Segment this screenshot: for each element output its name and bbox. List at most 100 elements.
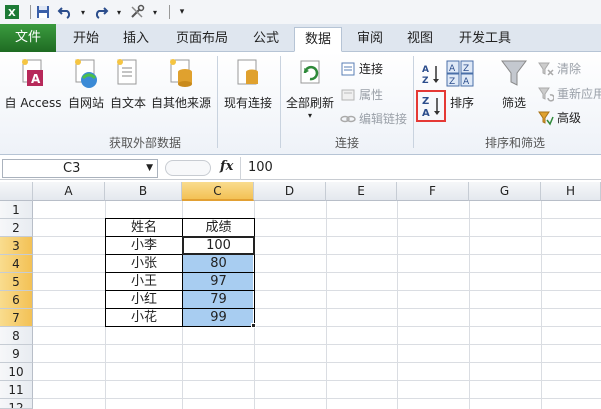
sort-descending-icon: ZA xyxy=(422,96,440,119)
from-other-sources-button[interactable]: 自其他来源 xyxy=(150,58,212,111)
insert-function-icon[interactable]: fx xyxy=(220,159,233,174)
ribbon-tabs: 文件 开始 插入 页面布局 公式 数据 审阅 视图 开发工具 xyxy=(0,24,601,52)
properties-button[interactable]: 属性 xyxy=(340,86,383,103)
row-header-6[interactable]: 6 xyxy=(0,291,33,309)
sort-button[interactable]: 排序 xyxy=(446,94,478,111)
tools-icon[interactable] xyxy=(129,4,145,20)
tab-page-layout[interactable]: 页面布局 xyxy=(168,27,236,52)
clear-filter-button[interactable]: 清除 xyxy=(538,60,581,77)
cell-b6[interactable]: 小红 xyxy=(106,291,182,309)
column-header-b[interactable]: B xyxy=(105,182,182,201)
tab-file[interactable]: 文件 xyxy=(0,24,56,52)
cell-c4[interactable]: 80 xyxy=(183,255,254,273)
gridline xyxy=(326,201,327,409)
toolbar-separator xyxy=(30,5,31,19)
cell-c3[interactable]: 100 xyxy=(183,237,254,255)
svg-text:Z: Z xyxy=(422,76,429,86)
sort-a-to-z-button[interactable]: AZ xyxy=(420,62,442,86)
existing-connections-button[interactable]: 现有连接 xyxy=(222,58,274,111)
from-access-button[interactable]: A 自 Access xyxy=(4,58,62,111)
gridline xyxy=(397,201,398,409)
tab-insert[interactable]: 插入 xyxy=(114,27,158,52)
tab-developer[interactable]: 开发工具 xyxy=(452,27,518,52)
cell-c2[interactable]: 成绩 xyxy=(183,219,254,237)
customize-qat-icon[interactable]: ▾ xyxy=(174,4,190,20)
connections-button[interactable]: 连接 xyxy=(340,60,383,77)
formula-input[interactable]: 100 xyxy=(248,160,273,175)
column-header-d[interactable]: D xyxy=(254,182,326,201)
excel-icon[interactable]: X xyxy=(4,4,20,20)
name-box-dropdown-icon[interactable]: ▼ xyxy=(146,160,153,177)
row-header-4[interactable]: 4 xyxy=(0,255,33,273)
refresh-dropdown-icon[interactable]: ▾ xyxy=(284,111,336,120)
row-header-3[interactable]: 3 xyxy=(0,237,33,255)
funnel-icon xyxy=(500,58,528,90)
sort-z-to-a-button[interactable]: ZA xyxy=(416,90,446,122)
edit-links-button[interactable]: 编辑链接 xyxy=(340,110,407,127)
existing-connections-icon xyxy=(234,58,262,90)
save-icon[interactable] xyxy=(35,4,51,20)
row-header-5[interactable]: 5 xyxy=(0,273,33,291)
cell-b2[interactable]: 姓名 xyxy=(106,219,182,237)
cell-c5[interactable]: 97 xyxy=(183,273,254,291)
tab-data[interactable]: 数据 xyxy=(294,27,342,52)
quick-access-toolbar: X ▾ ▾ ▾ ▾ xyxy=(0,0,601,24)
name-box[interactable]: C3 ▼ xyxy=(2,159,158,178)
access-icon: A xyxy=(19,58,47,90)
tools-dropdown-icon[interactable]: ▾ xyxy=(151,4,159,20)
advanced-filter-button[interactable]: 高级 xyxy=(538,109,581,126)
undo-dropdown-icon[interactable]: ▾ xyxy=(79,4,87,20)
row-header-10[interactable]: 10 xyxy=(0,363,33,381)
ribbon-data: A 自 Access 自网站 自文本 自其他来源 现有连接 获取外部数据 全部刷… xyxy=(0,52,601,155)
redo-dropdown-icon[interactable]: ▾ xyxy=(115,4,123,20)
gridline xyxy=(33,362,601,363)
row-header-8[interactable]: 8 xyxy=(0,327,33,345)
cell-c6[interactable]: 79 xyxy=(183,291,254,309)
filter-button[interactable]: 筛选 xyxy=(496,58,532,111)
row-header-7[interactable]: 7 xyxy=(0,309,33,327)
column-header-e[interactable]: E xyxy=(326,182,397,201)
select-all-corner[interactable] xyxy=(0,182,33,201)
database-icon xyxy=(167,58,195,90)
cell-b5[interactable]: 小王 xyxy=(106,273,182,291)
web-globe-icon xyxy=(72,58,100,90)
column-header-a[interactable]: A xyxy=(33,182,105,201)
row-header-2[interactable]: 2 xyxy=(0,219,33,237)
undo-icon[interactable] xyxy=(57,4,73,20)
row-header-9[interactable]: 9 xyxy=(0,345,33,363)
column-header-g[interactable]: G xyxy=(469,182,541,201)
from-text-button[interactable]: 自文本 xyxy=(106,58,150,111)
cell-b4[interactable]: 小张 xyxy=(106,255,182,273)
gridline xyxy=(469,201,470,409)
group-separator xyxy=(280,56,281,148)
formula-buttons xyxy=(165,160,211,176)
cell-c7[interactable]: 99 xyxy=(183,309,254,327)
redo-icon[interactable] xyxy=(93,4,109,20)
column-header-h[interactable]: H xyxy=(541,182,601,201)
column-header-f[interactable]: F xyxy=(397,182,469,201)
tab-view[interactable]: 视图 xyxy=(398,27,442,52)
row-header-1[interactable]: 1 xyxy=(0,201,33,219)
svg-text:Z: Z xyxy=(422,96,429,107)
row-header-12[interactable]: 12 xyxy=(0,399,33,409)
sort-grid-icon: AZZA xyxy=(446,60,476,88)
svg-text:Z: Z xyxy=(449,77,455,87)
chain-link-icon xyxy=(340,111,356,127)
sort-ascending-icon: AZ xyxy=(422,65,439,86)
column-header-c[interactable]: C xyxy=(182,182,254,201)
worksheet-grid[interactable]: A B C D E F G H 1 2 3 4 5 6 7 8 9 10 11 … xyxy=(0,182,601,409)
cell-b7[interactable]: 小花 xyxy=(106,309,182,327)
reapply-button[interactable]: 重新应用 xyxy=(538,85,601,102)
from-web-button[interactable]: 自网站 xyxy=(64,58,108,111)
group-label-sort-filter: 排序和筛选 xyxy=(484,136,545,150)
row-header-11[interactable]: 11 xyxy=(0,381,33,399)
tab-review[interactable]: 审阅 xyxy=(348,27,392,52)
gridline xyxy=(33,344,601,345)
gridline xyxy=(541,201,542,409)
cell-b3[interactable]: 小李 xyxy=(106,237,182,255)
group-label-connections: 连接 xyxy=(334,136,359,150)
refresh-icon xyxy=(296,58,324,90)
tab-formulas[interactable]: 公式 xyxy=(244,27,288,52)
refresh-all-button[interactable]: 全部刷新 ▾ xyxy=(284,58,336,120)
tab-home[interactable]: 开始 xyxy=(64,27,108,52)
